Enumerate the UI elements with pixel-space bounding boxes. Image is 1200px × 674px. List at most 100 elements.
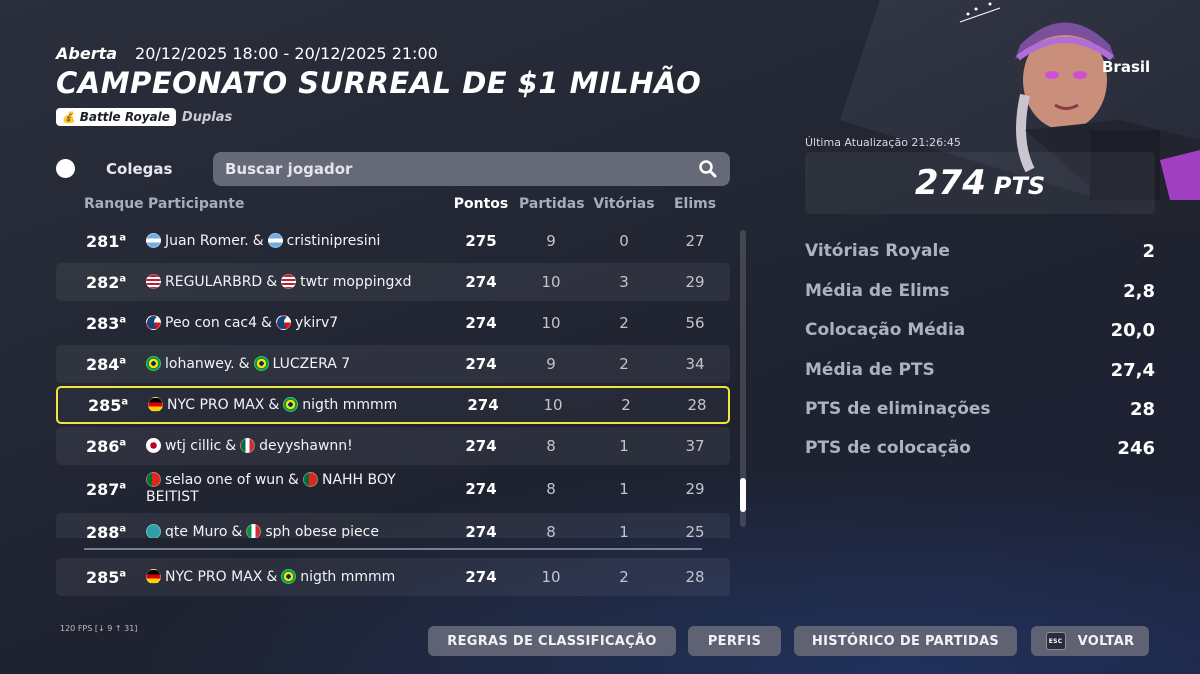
- points-cell: 274: [465, 355, 497, 373]
- rank-number: 288: [86, 522, 120, 539]
- last-update-time: Última Atualização 21:26:45: [805, 136, 961, 149]
- stat-label: PTS de eliminações: [805, 399, 991, 419]
- matches-cell: 8: [546, 480, 556, 498]
- elims-cell: 34: [685, 355, 705, 373]
- table-row[interactable]: 281a Juan Romer. & cristinipresini 275 9 0 27: [56, 222, 730, 260]
- player-name: lohanwey.: [165, 355, 235, 372]
- player-name: LUCZERA 7: [272, 355, 351, 372]
- rank-suffix: a: [119, 437, 127, 449]
- stat-label: Colocação Média: [805, 320, 966, 340]
- money-bag-icon: 💰: [62, 110, 76, 124]
- rank-cell: 285a: [88, 396, 138, 415]
- participant-cell: NYC PRO MAX & nigth mmmm: [148, 396, 448, 414]
- scoring-rules-button[interactable]: REGRAS DE CLASSIFICAÇÃO: [428, 626, 676, 656]
- ampersand: &: [238, 355, 250, 372]
- country-flag-icon: [146, 437, 161, 453]
- table-row[interactable]: 287a selao one of wun & NAHH BOY BEITIST 274…: [56, 468, 730, 510]
- ampersand: &: [288, 472, 299, 488]
- search-placeholder: Buscar jogador: [225, 160, 353, 178]
- leaderboard-table: 281a Juan Romer. & cristinipresini 275 9 0 27 2…: [56, 222, 730, 538]
- points-cell: 275: [465, 232, 497, 250]
- stat-value: 2: [1142, 240, 1155, 262]
- points-cell: 274: [465, 523, 497, 538]
- stat-value: 246: [1117, 437, 1155, 459]
- stat-value: 28: [1129, 398, 1155, 420]
- stat-avg-placement: Colocação Média 20,0: [805, 317, 1155, 343]
- rank-suffix: a: [121, 396, 129, 408]
- rank-suffix: a: [119, 355, 127, 367]
- rank-suffix: a: [119, 314, 127, 326]
- country-flag-icon: [253, 355, 269, 371]
- player-name: ykirv7: [294, 314, 339, 331]
- elims-cell: 56: [685, 314, 705, 332]
- player-name: nigth mmmm: [302, 396, 398, 413]
- wins-cell: 2: [619, 568, 629, 586]
- rank-cell: 281a: [86, 232, 136, 251]
- table-row[interactable]: 288a qte Muro & sph obese piece 274 8 1 25: [56, 513, 730, 538]
- stat-elim-points: PTS de eliminações 28: [805, 396, 1155, 422]
- mode-badge: 💰 Battle Royale: [56, 108, 176, 126]
- friends-toggle[interactable]: [56, 159, 75, 178]
- country-flag-icon: [146, 273, 161, 289]
- rank-cell: 287a: [86, 480, 136, 499]
- own-team-row[interactable]: 285a NYC PRO MAX & nigth mmmm 274 10 2 28: [56, 558, 730, 596]
- table-scrollbar[interactable]: [740, 230, 746, 527]
- rank-number: 287: [86, 479, 120, 499]
- column-header-rank: Ranque: [84, 196, 144, 212]
- wins-cell: 3: [619, 273, 629, 291]
- player-name: selao one of wun: [165, 472, 285, 488]
- player-name: deyyshawnn!: [259, 437, 353, 454]
- event-datetime: 20/12/2025 18:00 - 20/12/2025 21:00: [135, 44, 438, 63]
- search-input[interactable]: Buscar jogador: [213, 152, 730, 186]
- wins-cell: 2: [619, 314, 629, 332]
- elims-cell: 37: [685, 437, 705, 455]
- stat-royale-wins: Vitórias Royale 2: [805, 238, 1155, 264]
- column-header-participant: Participante: [148, 196, 245, 212]
- team-mode-label: Duplas: [181, 109, 233, 125]
- country-flag-icon: [146, 523, 161, 538]
- friends-toggle-label[interactable]: Colegas: [106, 160, 172, 178]
- ampersand: &: [225, 437, 237, 454]
- stat-placement-points: PTS de colocação 246: [805, 435, 1155, 461]
- table-row[interactable]: 285a NYC PRO MAX & nigth mmmm 274 10 2 28: [56, 386, 730, 424]
- points-cell: 274: [467, 396, 499, 414]
- player-name: Peo con cac4: [165, 314, 258, 331]
- wins-cell: 1: [619, 437, 629, 455]
- player-name: nigth mmmm: [300, 568, 396, 585]
- stat-label: Média de PTS: [805, 360, 935, 380]
- event-status: Aberta: [56, 44, 118, 63]
- table-row[interactable]: 282a REGULARBRD & twtr moppingxd 274 10 3 29: [56, 263, 730, 301]
- player-name: REGULARBRD: [165, 273, 263, 290]
- rank-number: 286: [86, 436, 120, 456]
- rank-number: 281: [86, 231, 120, 251]
- profiles-button[interactable]: PERFIS: [688, 626, 781, 656]
- rank-cell: 288a: [86, 523, 136, 539]
- points-cell: 274: [465, 273, 497, 291]
- country-flag-icon: [146, 355, 161, 371]
- player-name: qte Muro: [165, 523, 228, 539]
- wins-cell: 1: [619, 523, 629, 538]
- country-flag-icon: [246, 523, 262, 538]
- table-row[interactable]: 286a wtj cillic & deyyshawnn! 274 8 1 37: [56, 427, 730, 465]
- country-flag-icon: [148, 396, 163, 412]
- country-flag-icon: [146, 232, 161, 248]
- scrollbar-thumb[interactable]: [740, 478, 746, 512]
- table-row[interactable]: 283a Peo con cac4 & ykirv7 274 10 2 56: [56, 304, 730, 342]
- rank-number: 282: [86, 272, 120, 292]
- country-flag-icon: [146, 314, 161, 330]
- wins-cell: 1: [619, 480, 629, 498]
- back-button-label: VOLTAR: [1077, 633, 1135, 649]
- match-history-button[interactable]: HISTÓRICO DE PARTIDAS: [794, 626, 1017, 656]
- stat-avg-points: Média de PTS 27,4: [805, 357, 1155, 383]
- back-button[interactable]: ESC VOLTAR: [1031, 626, 1149, 656]
- column-header-wins: Vitórias: [593, 196, 655, 212]
- table-row[interactable]: 284a lohanwey. & LUCZERA 7 274 9 2 34: [56, 345, 730, 383]
- search-icon[interactable]: [698, 159, 718, 179]
- rank-suffix: a: [119, 568, 127, 580]
- player-name: twtr moppingxd: [300, 273, 412, 290]
- country-flag-icon: [146, 472, 161, 487]
- elims-cell: 29: [685, 273, 705, 291]
- country-flag-icon: [240, 437, 256, 453]
- rank-number: 285: [86, 567, 120, 587]
- country-flag-icon: [146, 568, 161, 584]
